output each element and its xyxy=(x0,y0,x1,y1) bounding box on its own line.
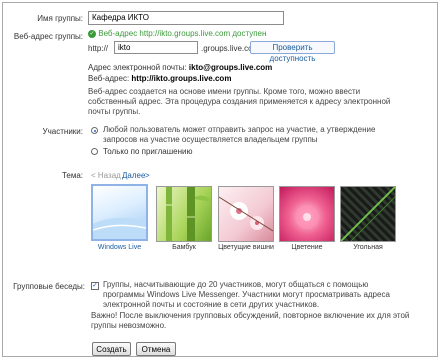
members-invite-radio[interactable] xyxy=(91,148,98,155)
group-chat-text: Группы, насчитывающие до 20 участников, … xyxy=(103,280,390,309)
members-label: Участники: xyxy=(42,127,83,136)
create-button[interactable]: Создать xyxy=(92,342,131,356)
availability-text: Веб-адрес http://ikto.groups.live.com до… xyxy=(98,29,267,38)
url-prefix: http:// xyxy=(88,44,109,53)
cherry-blossom-icon xyxy=(218,196,274,232)
charcoal-icon xyxy=(340,186,396,242)
email-info: Адрес электронной почты: ikto@groups.liv… xyxy=(88,63,273,72)
windows-live-wave-icon xyxy=(92,217,147,239)
members-invite-label: Только по приглашению xyxy=(103,147,193,156)
group-chat-label: Групповые беседы: xyxy=(13,282,85,291)
theme-blossom-thumb[interactable] xyxy=(279,186,335,242)
address-note: Веб-адрес создается на основе имени груп… xyxy=(88,87,391,116)
theme-label: Тема: xyxy=(61,171,83,180)
group-chat-warning: Важно! После выключения групповых обсужд… xyxy=(91,311,410,330)
theme-windows-live-caption: Windows Live xyxy=(97,244,142,251)
web-info: Веб-адрес: http://ikto.groups.live.com xyxy=(88,74,232,83)
theme-charcoal-thumb[interactable] xyxy=(340,186,396,242)
subdomain-input[interactable]: ikto xyxy=(114,41,198,54)
availability-status: ✓ Веб-адрес http://ikto.groups.live.com … xyxy=(88,29,266,38)
bamboo-icon xyxy=(166,187,211,241)
create-group-form: Имя группы: Кафедра ИКТО Веб-адрес групп… xyxy=(2,2,438,357)
web-value: http://ikto.groups.live.com xyxy=(131,74,232,83)
group-name-label: Имя группы: xyxy=(37,14,83,23)
theme-charcoal-caption: Угольная xyxy=(353,244,383,251)
theme-cherry-caption: Цветущие вишни xyxy=(218,244,274,251)
theme-next-link[interactable]: Далее xyxy=(122,171,145,180)
theme-next-arrow[interactable]: > xyxy=(145,171,150,180)
theme-prev-link[interactable]: < Назад xyxy=(91,171,121,180)
theme-blossom-caption: Цветение xyxy=(291,244,323,251)
theme-cherry-thumb[interactable] xyxy=(218,186,274,242)
theme-bamboo-caption: Бамбук xyxy=(172,244,196,251)
email-value: ikto@groups.live.com xyxy=(188,63,273,72)
cancel-button[interactable]: Отмена xyxy=(136,342,176,356)
members-open-label: Любой пользователь может отправить запро… xyxy=(103,125,376,144)
theme-bamboo-thumb[interactable] xyxy=(156,186,212,242)
web-address-label: Веб-адрес группы: xyxy=(13,32,83,41)
check-ok-icon: ✓ xyxy=(88,29,96,38)
members-open-radio[interactable] xyxy=(91,127,98,134)
theme-windows-live-thumb[interactable] xyxy=(91,184,148,241)
check-availability-button[interactable]: Проверить доступность xyxy=(250,41,335,63)
blossom-icon xyxy=(295,205,319,229)
group-name-input[interactable]: Кафедра ИКТО xyxy=(88,11,284,25)
group-chat-checkbox[interactable]: ✓ xyxy=(91,282,99,290)
